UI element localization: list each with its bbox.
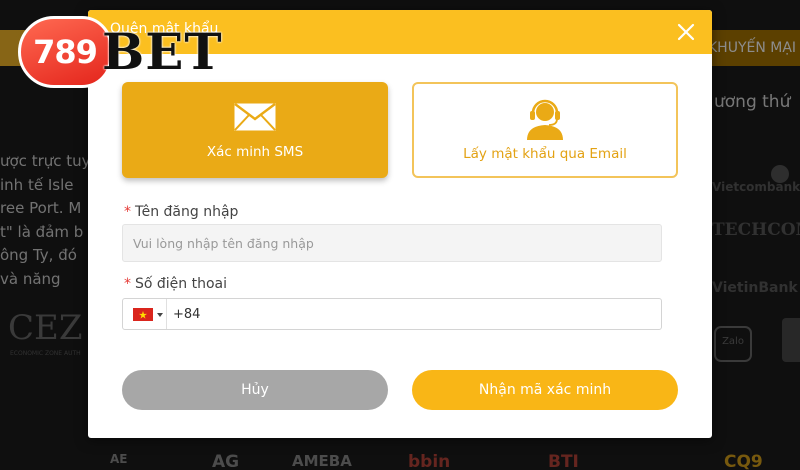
phone-field [122,298,662,330]
envelope-icon [233,102,277,132]
username-label-text: Tên đăng nhập [135,204,239,220]
cancel-button[interactable]: Hủy [122,370,388,410]
sms-verification-option[interactable]: Xác minh SMS [122,82,388,178]
star-icon [139,310,147,319]
email-option-label: Lấy mật khẩu qua Email [463,146,627,162]
country-code-select[interactable] [123,299,167,329]
phone-label-text: Số điện thoai [135,276,228,292]
required-mark: * [124,204,131,220]
brand-logo-number: 789 [18,16,112,88]
get-verification-code-button[interactable]: Nhận mã xác minh [412,370,678,410]
close-button[interactable] [674,20,698,44]
close-icon [677,23,695,41]
phone-label: * Số điện thoai [124,276,227,292]
username-input[interactable] [122,224,662,262]
brand-logo: 789 BET [18,12,248,92]
email-recovery-option[interactable]: Lấy mật khẩu qua Email [412,82,678,178]
required-mark: * [124,276,131,292]
phone-input[interactable] [173,299,659,329]
vietnam-flag-icon [133,308,153,321]
support-agent-icon [527,99,563,140]
chevron-down-icon [157,313,163,317]
username-label: * Tên đăng nhập [124,204,238,220]
sms-option-label: Xác minh SMS [206,144,304,160]
brand-logo-word: BET [102,22,223,81]
